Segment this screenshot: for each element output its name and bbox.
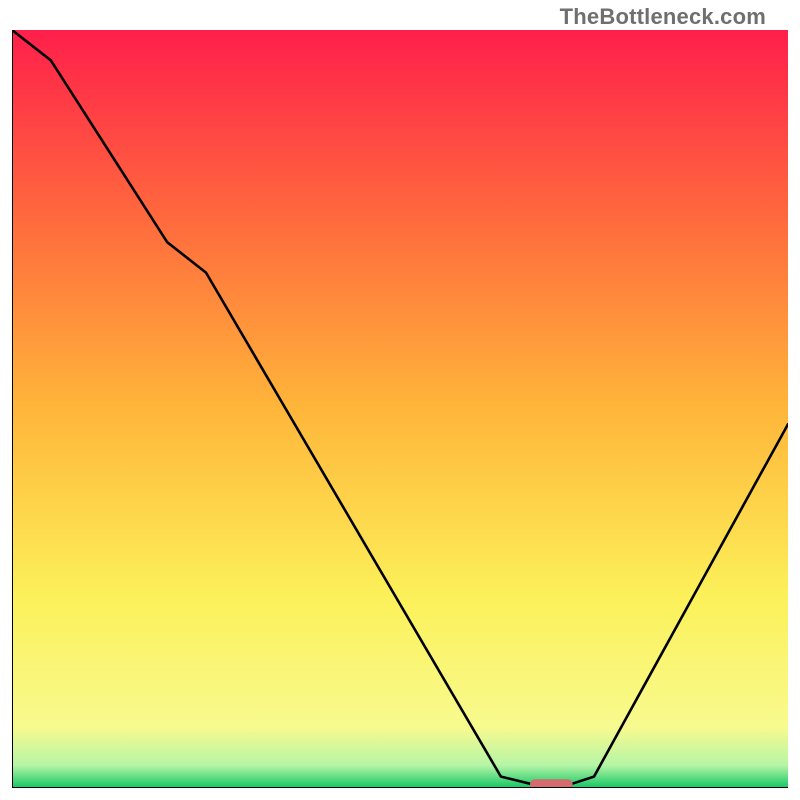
- gradient-background: [12, 30, 788, 788]
- plot-area: [12, 30, 788, 788]
- bottleneck-chart: [12, 30, 788, 788]
- chart-container: TheBottleneck.com: [0, 0, 800, 800]
- watermark-text: TheBottleneck.com: [560, 4, 766, 30]
- highlight-marker: [530, 779, 573, 788]
